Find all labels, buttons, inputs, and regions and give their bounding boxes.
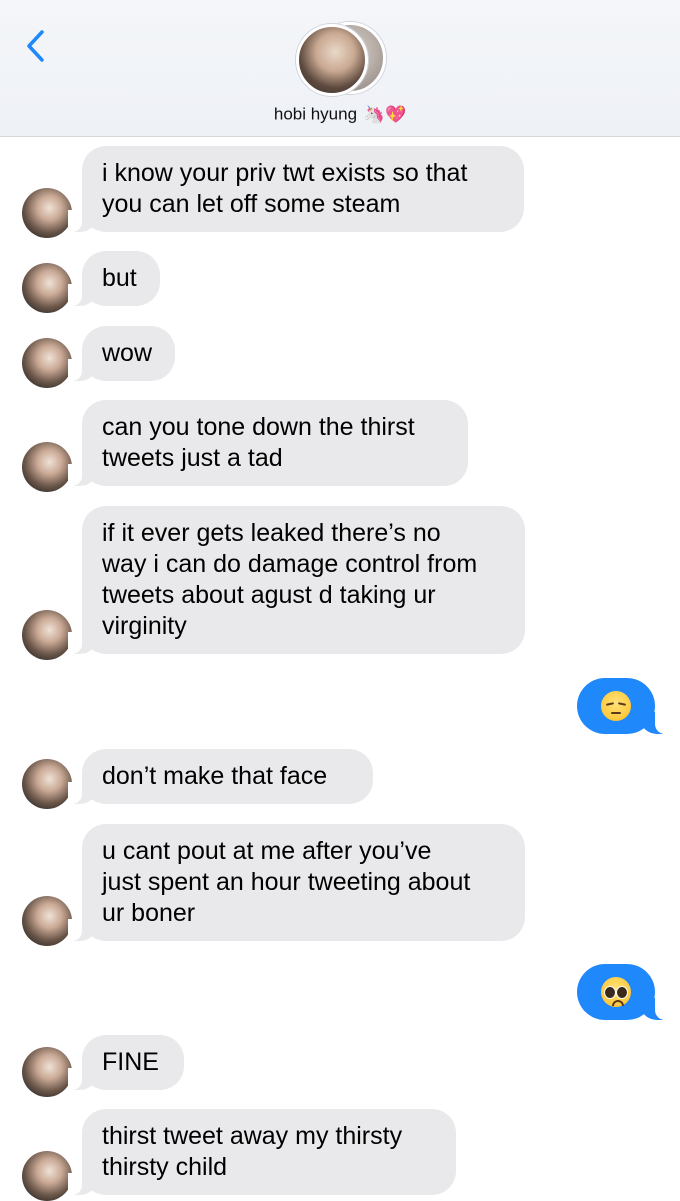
sent-bubble[interactable] — [577, 678, 669, 734]
message-text: can you tone down the thirst tweets just… — [102, 412, 448, 474]
sender-avatar — [22, 896, 72, 946]
message-text: don’t make that face — [102, 761, 353, 792]
sender-avatar — [22, 1151, 72, 1201]
message-text: if it ever gets leaked there’s no way i … — [102, 518, 505, 642]
sender-avatar — [22, 338, 72, 388]
sender-avatar — [22, 610, 72, 660]
message-text: u cant pout at me after you’ve just spen… — [102, 836, 505, 929]
message-text: i know your priv twt exists so that you … — [102, 158, 504, 220]
received-bubble[interactable]: i know your priv twt exists so that you … — [68, 146, 524, 232]
message-line: wow — [102, 339, 153, 367]
sender-avatar — [22, 1047, 72, 1097]
message-line: ur boner — [102, 899, 196, 927]
message-line: FINE — [102, 1048, 159, 1076]
message-text: FINE — [102, 1047, 164, 1078]
message-line: just spent an hour tweeting about — [102, 868, 471, 896]
unicorn-heart-emoji: 🦄💖 — [363, 104, 407, 124]
message-line: tweets about agust d taking ur — [102, 581, 436, 609]
sender-avatar — [22, 263, 72, 313]
sender-avatar — [22, 759, 72, 809]
message-text: wow — [102, 338, 155, 369]
message-line: virginity — [102, 612, 187, 640]
message-line: way i can do damage control from — [102, 550, 478, 578]
sender-avatar — [22, 188, 72, 238]
pleading-face-icon — [601, 977, 631, 1007]
message-line: don’t make that face — [102, 762, 328, 790]
received-bubble[interactable]: but — [68, 251, 160, 306]
contact-name: hobi hyung — [273, 104, 358, 124]
conversation-header: hobi hyung 🦄💖 — [0, 0, 680, 137]
received-bubble[interactable]: if it ever gets leaked there’s no way i … — [68, 506, 525, 654]
avatar-primary — [296, 24, 368, 96]
message-line: thirst tweet away my thirsty — [102, 1122, 403, 1150]
message-line: but — [102, 264, 137, 292]
received-bubble[interactable]: wow — [68, 326, 175, 381]
message-line: if it ever gets leaked there’s no — [102, 519, 441, 547]
received-bubble[interactable]: don’t make that face — [68, 749, 373, 804]
chevron-left-icon — [27, 30, 44, 62]
received-bubble[interactable]: thirst tweet away my thirsty thirsty chi… — [68, 1109, 456, 1195]
received-bubble[interactable]: can you tone down the thirst tweets just… — [68, 400, 468, 486]
sender-avatar — [22, 442, 72, 492]
contact-avatar[interactable] — [296, 22, 386, 96]
message-line: tweets just a tad — [102, 444, 283, 472]
message-line: u cant pout at me after you’ve — [102, 837, 432, 865]
message-text: thirst tweet away my thirsty thirsty chi… — [102, 1121, 436, 1183]
sent-bubble[interactable] — [577, 964, 669, 1020]
received-bubble[interactable]: u cant pout at me after you’ve just spen… — [68, 824, 525, 941]
message-line: you can let off some steam — [102, 190, 401, 218]
back-button[interactable] — [18, 26, 52, 66]
message-text: but — [102, 263, 140, 294]
contact-name-row[interactable]: hobi hyung 🦄💖 — [0, 104, 680, 125]
message-line: can you tone down the thirst — [102, 413, 415, 441]
message-line: thirsty child — [102, 1153, 228, 1181]
received-bubble[interactable]: FINE — [68, 1035, 184, 1090]
pensive-face-icon — [601, 691, 631, 721]
message-line: i know your priv twt exists so that — [102, 159, 468, 187]
